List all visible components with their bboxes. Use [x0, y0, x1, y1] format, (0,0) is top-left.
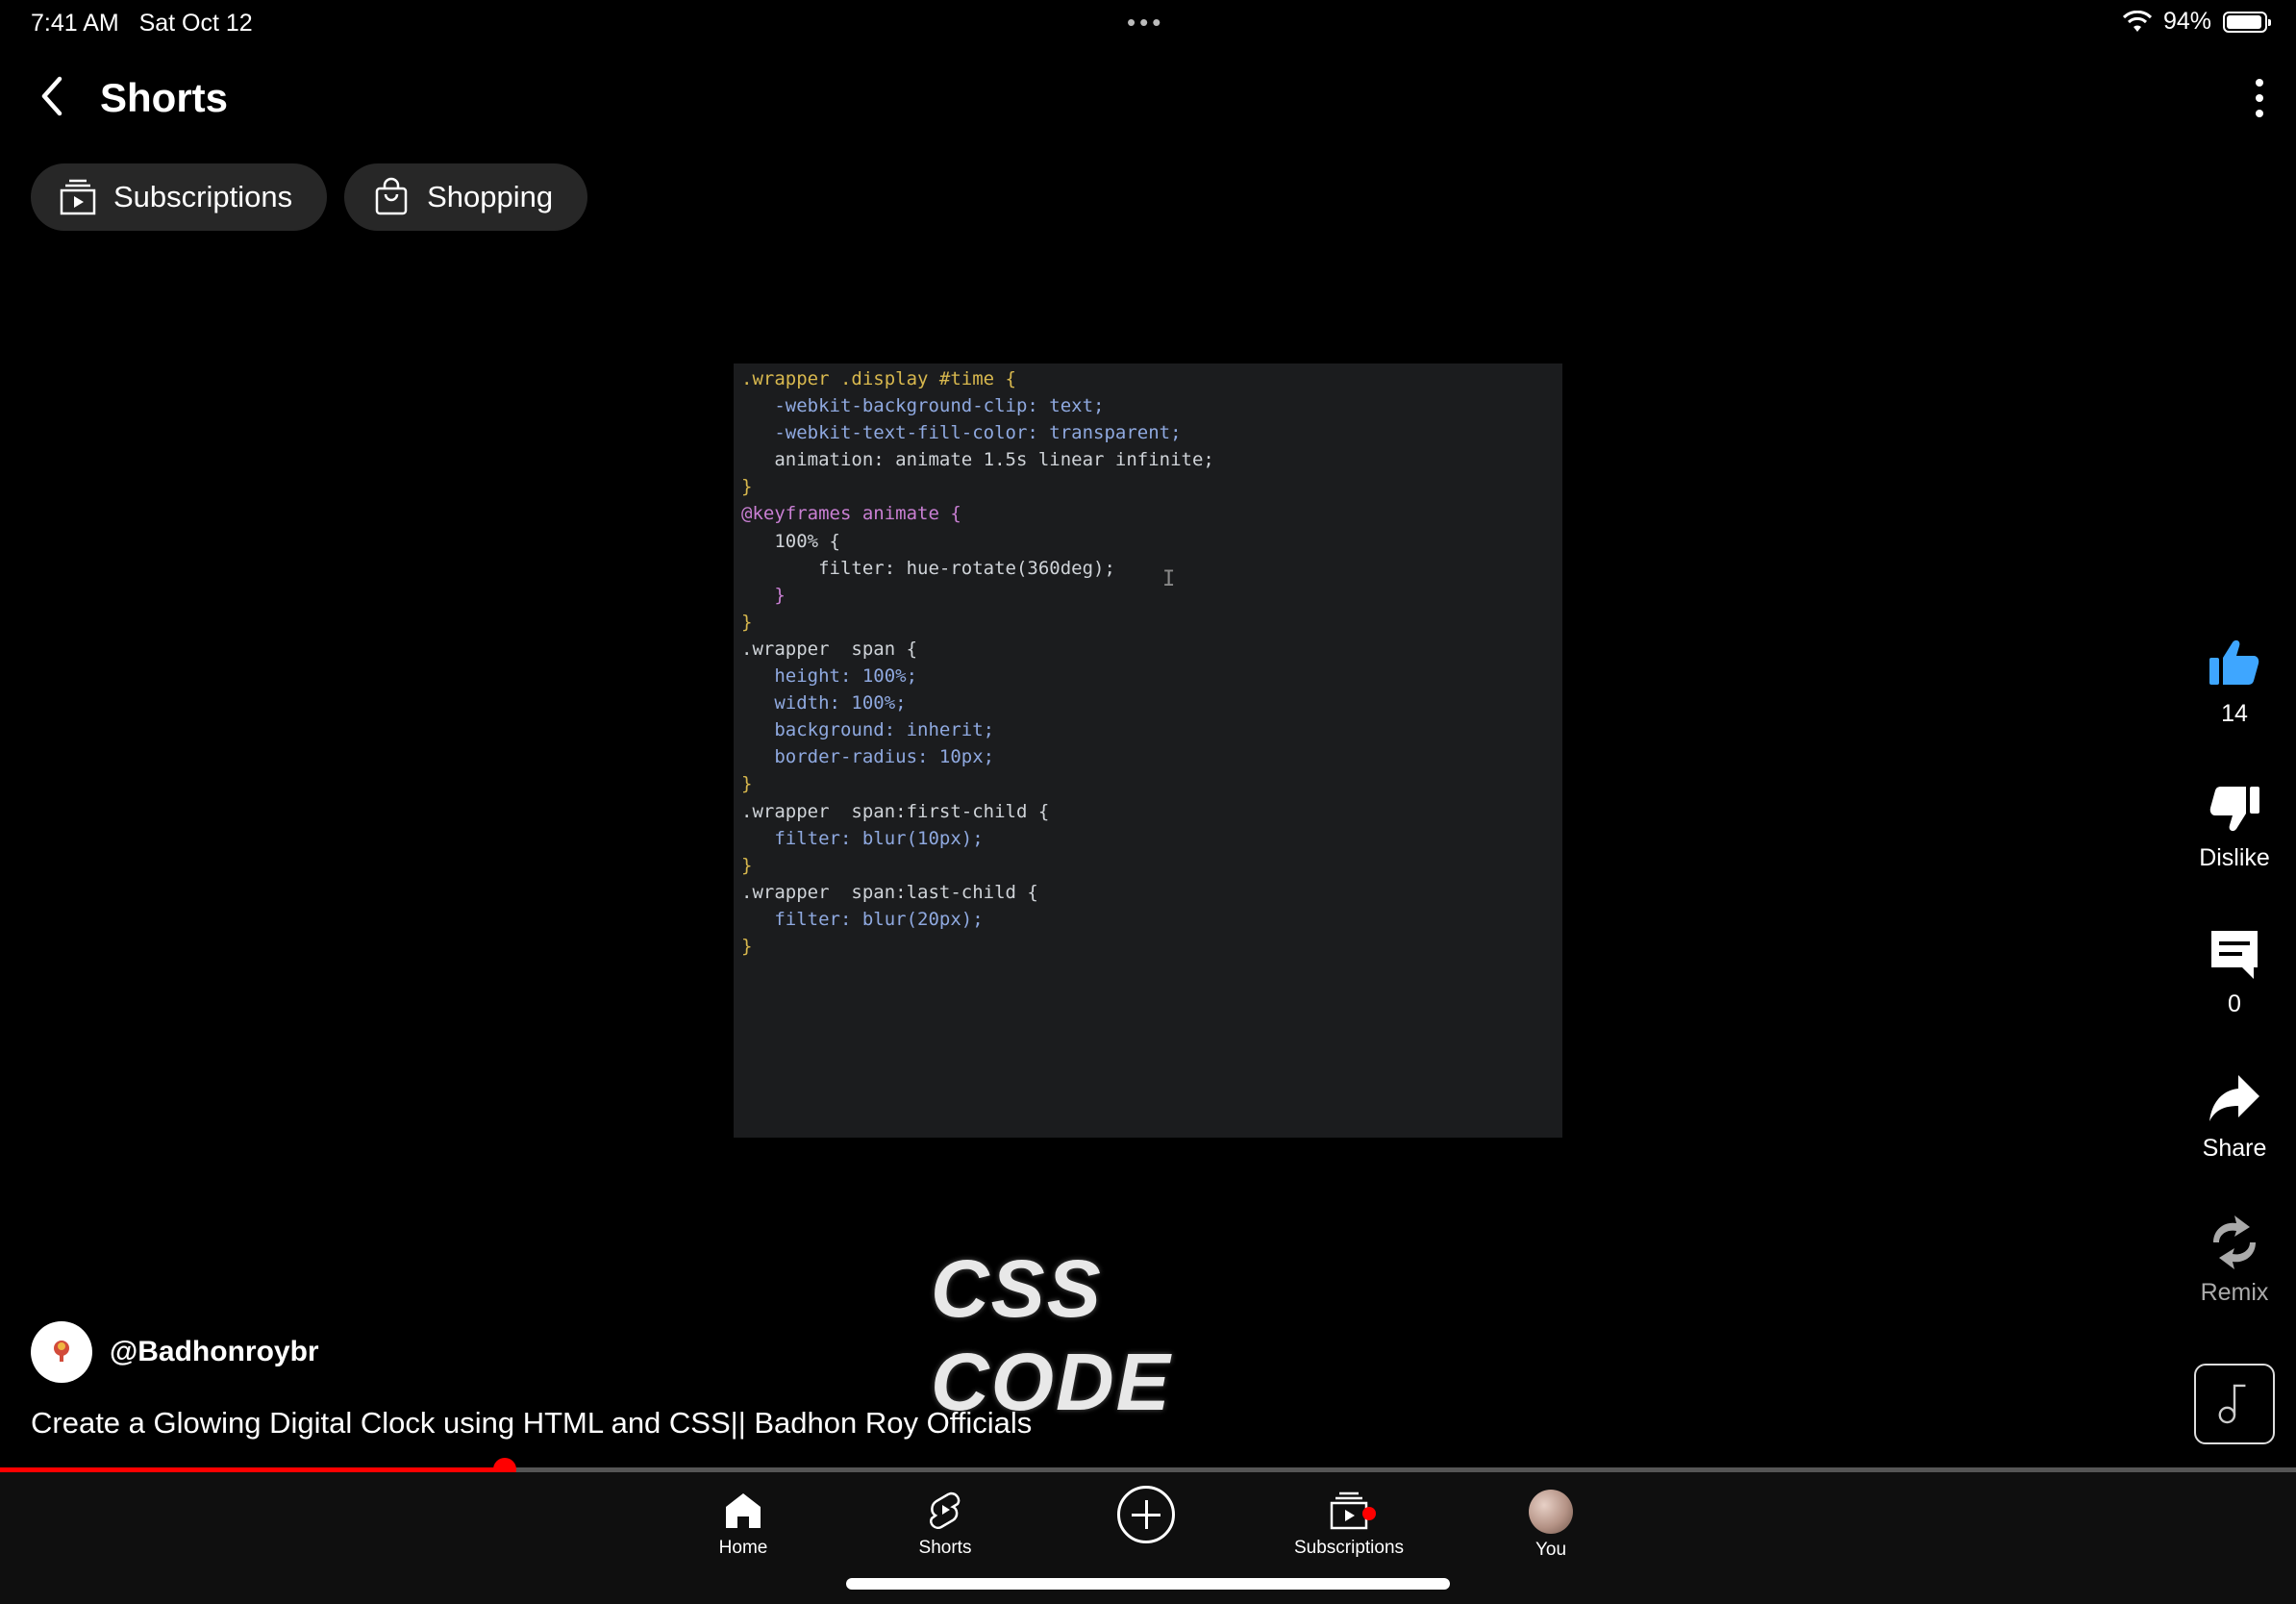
status-right: 94%	[2122, 8, 2271, 36]
subscriptions-chip[interactable]: Subscriptions	[31, 163, 328, 231]
code-line: @keyframes animate {	[741, 503, 961, 525]
like-button[interactable]: 14	[2173, 635, 2296, 728]
shorts-icon	[930, 1491, 961, 1529]
home-icon	[726, 1493, 761, 1528]
nav-shorts[interactable]: Shorts	[868, 1490, 1022, 1559]
nav-home[interactable]: Home	[666, 1490, 820, 1559]
remix-label: Remix	[2200, 1279, 2269, 1306]
video-overlay-text: CSS CODE	[931, 1243, 1172, 1427]
user-avatar	[1529, 1490, 1573, 1534]
home-indicator[interactable]	[846, 1578, 1450, 1590]
video-title[interactable]: Create a Glowing Digital Clock using HTM…	[31, 1406, 1032, 1441]
code-line: background: inherit;	[741, 719, 995, 741]
nav-label: Subscriptions	[1293, 1538, 1405, 1558]
filter-chips: Subscriptions Shopping	[31, 163, 588, 231]
remix-button[interactable]: Remix	[2173, 1214, 2296, 1307]
code-line: .wrapper span:last-child {	[741, 881, 1038, 903]
code-line: }	[741, 935, 753, 957]
battery-percent: 94%	[2162, 8, 2211, 35]
sound-button[interactable]	[2194, 1364, 2275, 1444]
channel-row[interactable]: @Badhonroybr	[31, 1321, 319, 1383]
code-line: }	[741, 584, 786, 606]
shopping-chip[interactable]: Shopping	[344, 163, 588, 231]
page-title: Shorts	[100, 75, 229, 120]
dislike-label: Dislike	[2199, 844, 2270, 871]
code-line: width: 100%;	[741, 692, 907, 714]
text-cursor-icon: I	[1162, 567, 1176, 591]
code-line: border-radius: 10px;	[741, 746, 995, 768]
comments-button[interactable]: 0	[2173, 925, 2296, 1018]
back-arrow-icon[interactable]	[31, 73, 77, 119]
code-line: -webkit-background-clip: text;	[741, 395, 1105, 417]
subscriptions-icon	[60, 179, 96, 215]
code-line: filter: hue-rotate(360deg);	[741, 557, 1115, 579]
clock-text: 7:41 AM	[31, 10, 119, 37]
comment-icon	[2211, 931, 2258, 979]
dislike-button[interactable]: Dislike	[2173, 779, 2296, 872]
share-button[interactable]: Share	[2173, 1069, 2296, 1163]
remix-icon	[2213, 1216, 2256, 1269]
video-player[interactable]: .wrapper .display #time { -webkit-backgr…	[734, 363, 1562, 1138]
status-bar: 7:41 AM Sat Oct 12 ••• 94%	[0, 0, 2296, 46]
code-line: -webkit-text-fill-color: transparent;	[741, 422, 1182, 444]
thumbs-up-icon	[2209, 639, 2259, 685]
more-options-icon[interactable]	[2252, 77, 2267, 119]
code-line: }	[741, 854, 753, 876]
chip-label: Shopping	[427, 180, 554, 213]
comment-count: 0	[2228, 990, 2241, 1017]
like-count: 14	[2221, 700, 2248, 727]
nav-label: Shorts	[918, 1538, 972, 1558]
code-line: animation: animate 1.5s linear infinite;	[741, 449, 1214, 471]
code-line: 100% {	[741, 530, 840, 552]
header: Shorts	[0, 65, 2296, 131]
battery-icon	[2223, 11, 2271, 33]
code-line: .wrapper span:first-child {	[741, 800, 1050, 822]
status-time: 7:41 AM Sat Oct 12	[31, 10, 253, 38]
music-note-icon	[2218, 1384, 2246, 1424]
code-line: height: 100%;	[741, 665, 918, 688]
code-line: .wrapper span {	[741, 638, 918, 660]
nav-subscriptions[interactable]: Subscriptions	[1272, 1490, 1426, 1559]
nav-label: You	[1535, 1540, 1567, 1560]
code-line: }	[741, 773, 753, 795]
create-button[interactable]	[1117, 1486, 1175, 1543]
nav-label: Home	[718, 1538, 768, 1558]
notification-dot	[1362, 1507, 1376, 1520]
code-line: }	[741, 476, 753, 498]
shopping-bag-icon	[375, 177, 408, 215]
code-line: }	[741, 611, 753, 633]
channel-avatar[interactable]	[31, 1321, 92, 1383]
code-line: filter: blur(10px);	[741, 827, 984, 849]
date-text: Sat Oct 12	[138, 10, 253, 37]
wifi-icon	[2122, 10, 2152, 32]
channel-logo-icon	[54, 1341, 69, 1362]
multitasking-dots-icon[interactable]: •••	[1127, 8, 1164, 38]
nav-you[interactable]: You	[1474, 1490, 1628, 1561]
thumbs-down-icon	[2209, 787, 2259, 832]
code-line: .wrapper .display #time {	[741, 368, 1016, 389]
code-line: filter: blur(20px);	[741, 908, 984, 930]
share-arrow-icon	[2209, 1075, 2259, 1121]
chip-label: Subscriptions	[113, 180, 293, 213]
channel-handle[interactable]: @Badhonroybr	[110, 1336, 319, 1368]
code-snippet: .wrapper .display #time { -webkit-backgr…	[741, 365, 1214, 960]
share-label: Share	[2202, 1135, 2267, 1162]
